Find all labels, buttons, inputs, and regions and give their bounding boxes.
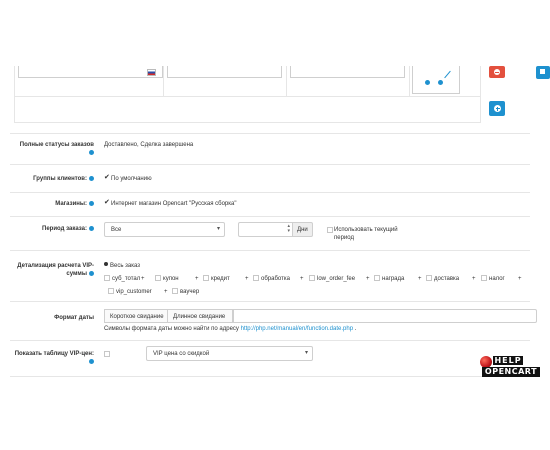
checkbox[interactable] [426, 275, 432, 282]
total-separator: + [418, 276, 422, 282]
line-icon [444, 70, 451, 79]
help-icon[interactable] [89, 270, 94, 276]
total-item[interactable]: low_order_fee [309, 275, 355, 283]
total-separator: + [366, 276, 370, 282]
total-item[interactable]: доставка [426, 275, 459, 283]
use-current-period-label: Использовать текущий период [334, 227, 398, 241]
total-item[interactable]: награда [374, 275, 404, 283]
help-icon[interactable] [89, 358, 94, 364]
logo-line-opencart: OPENCART [482, 367, 540, 377]
date-format-tab-short[interactable]: Короткое свидание [104, 309, 168, 323]
chevron-down-icon: ▾ [216, 226, 220, 232]
days-addon: Дни [292, 222, 313, 237]
checkbox[interactable] [104, 275, 110, 282]
full-statuses-value: Доставлено, Сделка завершена [104, 142, 194, 148]
stores-label: Магазины: [12, 200, 94, 208]
vip-table-label: Показать таблицу VIP-цен: [12, 350, 94, 366]
date-format-tab-long[interactable]: Длинное свидание [167, 309, 233, 323]
total-item[interactable]: суб_тотал [104, 275, 140, 283]
checkbox[interactable] [309, 275, 315, 282]
checkbox[interactable] [155, 275, 161, 282]
flag-icon [147, 69, 156, 76]
use-current-period-checkbox[interactable] [327, 227, 333, 233]
spinner-icon[interactable]: ▴ ▾ [287, 224, 290, 234]
save-icon [540, 69, 545, 74]
remove-button[interactable] [489, 66, 505, 78]
dot-icon [425, 80, 430, 85]
top-input-1[interactable] [18, 66, 163, 78]
vip-table-select[interactable]: VIP цена со скидкой ▾ [146, 346, 313, 361]
order-period-label: Период заказа: [12, 225, 94, 233]
help-icon[interactable] [89, 175, 94, 181]
total-item[interactable]: ваучер [172, 288, 199, 296]
store-item: Интернет магазин Opencart "Русская сборк… [111, 201, 237, 207]
total-item[interactable]: купон [155, 275, 179, 283]
help-icon[interactable] [89, 200, 94, 206]
check-icon[interactable]: ✔ [104, 199, 110, 207]
checkbox[interactable] [108, 288, 114, 295]
dot-icon [438, 80, 443, 85]
total-separator: + [195, 276, 199, 282]
total-separator: + [245, 276, 249, 282]
plus-circle-icon [494, 105, 501, 112]
logo-line-help: HELP [493, 356, 523, 365]
chevron-down-icon: ▾ [304, 350, 308, 356]
minus-circle-icon [494, 69, 500, 75]
total-item[interactable]: кредит [203, 275, 230, 283]
total-item[interactable]: обработка [253, 275, 290, 283]
checkbox[interactable] [253, 275, 259, 282]
date-format-hint: Символы формата даты можно найти по адре… [104, 326, 357, 332]
total-item[interactable]: налог [481, 275, 505, 283]
checkbox[interactable] [481, 275, 487, 282]
php-date-link[interactable]: http://php.net/manual/en/function.date.p… [241, 326, 353, 332]
check-icon[interactable]: ✔ [104, 174, 110, 182]
vip-detail-label: Детализация расчета VIP-суммы [17, 263, 94, 277]
whole-order-label: Весь заказ [110, 263, 140, 269]
order-period-select[interactable]: Все ▾ [104, 222, 225, 237]
help-icon[interactable] [89, 225, 94, 231]
total-separator: + [518, 276, 522, 282]
image-thumbnail[interactable] [412, 66, 460, 94]
top-input-2[interactable] [167, 66, 282, 78]
full-statuses-label: Полные статусы заказов [12, 141, 94, 157]
top-input-3[interactable] [290, 66, 405, 78]
settings-panel: Полные статусы заказов Доставлено, Сделк… [0, 0, 550, 380]
whole-order-radio[interactable] [104, 262, 108, 266]
help-opencart-logo: HELP OPENCART [480, 355, 542, 379]
total-separator: + [472, 276, 476, 282]
date-format-label: Формат даты [54, 315, 94, 321]
total-separator: + [164, 289, 168, 295]
checkbox[interactable] [203, 275, 209, 282]
days-input[interactable]: ▴ ▾ [238, 222, 293, 237]
vip-table-checkbox[interactable] [104, 351, 110, 357]
total-separator: + [141, 276, 145, 282]
save-button[interactable] [536, 66, 550, 79]
customer-groups-label: Группы клиентов: [12, 175, 94, 183]
checkbox[interactable] [172, 288, 178, 295]
customer-group-default: По умолчанию [111, 176, 152, 182]
date-format-input[interactable] [233, 309, 537, 323]
total-item[interactable]: vip_customer [108, 288, 152, 296]
add-row-button[interactable] [489, 101, 505, 116]
total-separator: + [300, 276, 304, 282]
checkbox[interactable] [374, 275, 380, 282]
help-icon[interactable] [89, 149, 94, 155]
